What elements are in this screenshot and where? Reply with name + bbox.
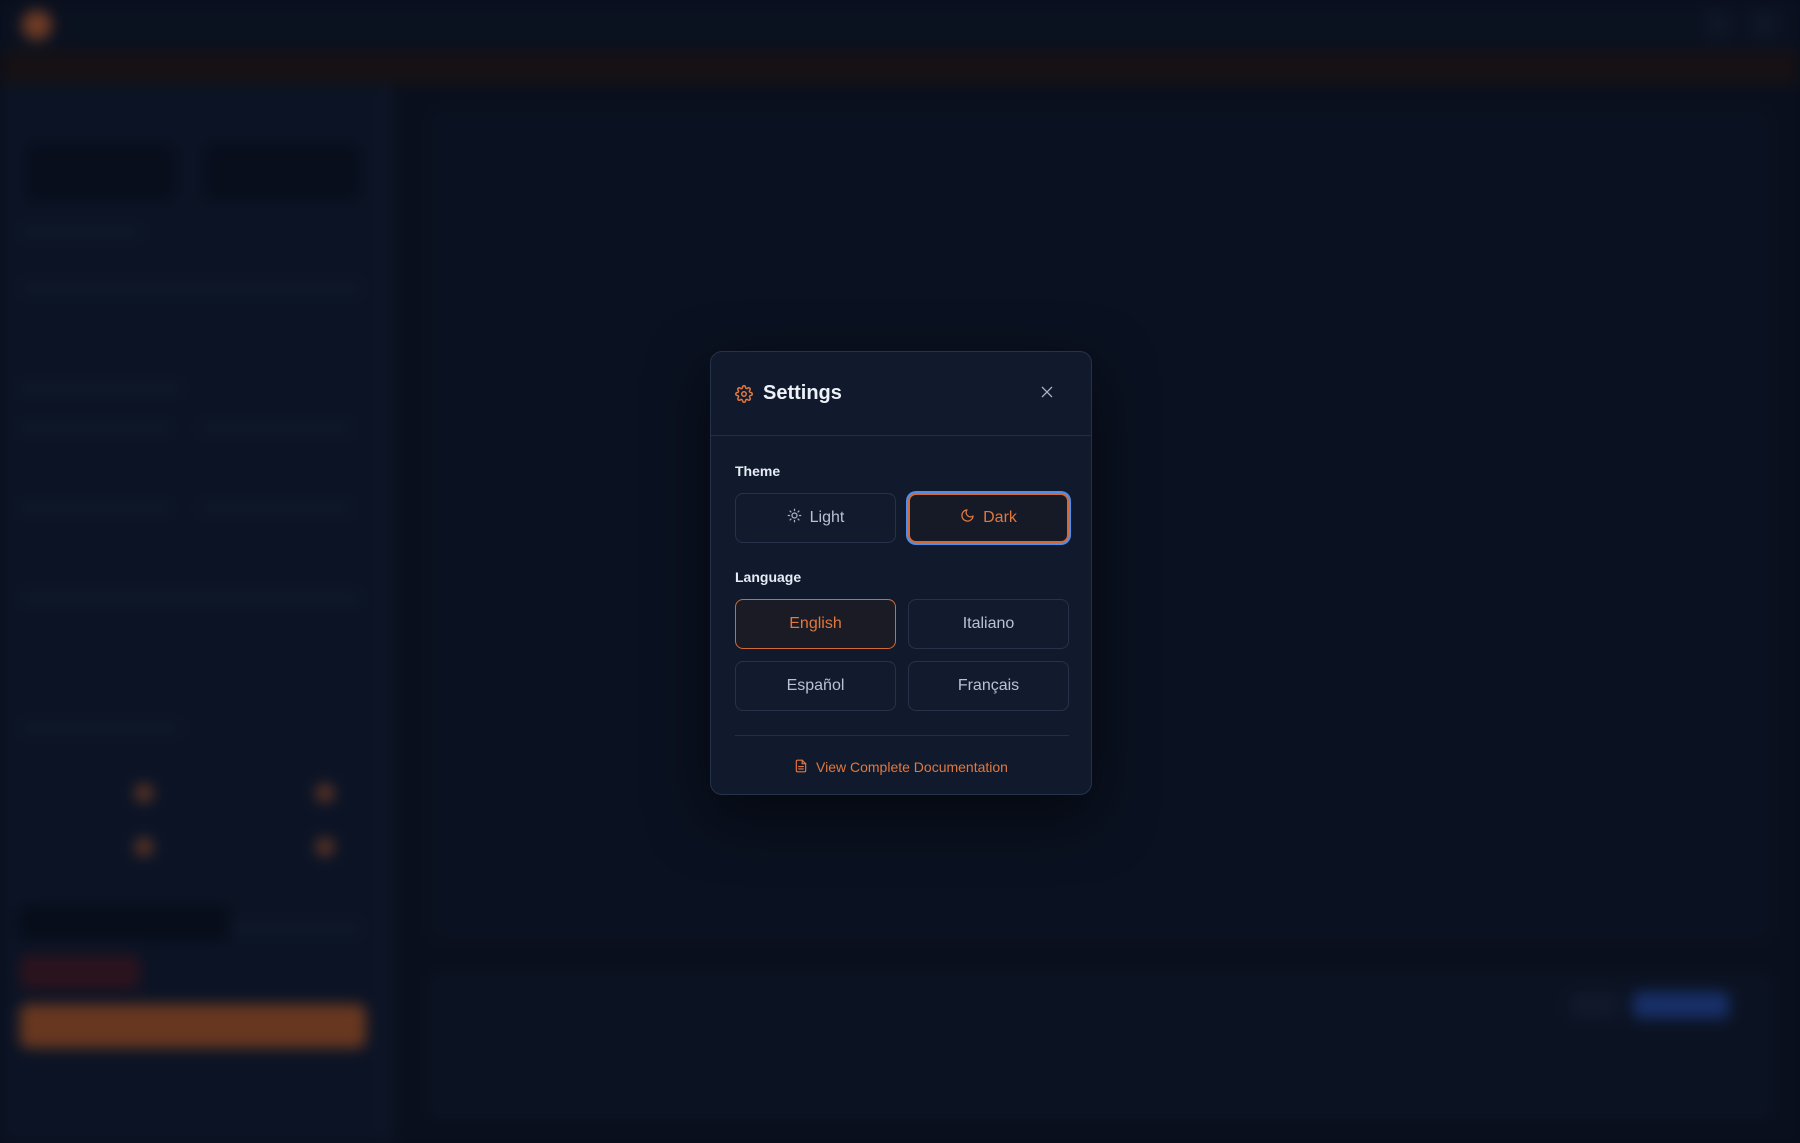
close-icon xyxy=(1039,384,1055,405)
moon-icon xyxy=(960,508,975,528)
theme-light-label: Light xyxy=(809,509,845,526)
language-espanol-button[interactable]: Español xyxy=(735,661,896,711)
modal-header: Settings xyxy=(711,352,1091,436)
gear-icon xyxy=(735,385,753,403)
language-english-label: English xyxy=(789,615,842,632)
settings-modal: Settings Theme Light Dark Language Engli… xyxy=(710,351,1092,795)
close-button[interactable] xyxy=(1035,382,1059,406)
theme-label: Theme xyxy=(735,463,781,479)
theme-dark-button[interactable]: Dark xyxy=(908,493,1069,543)
theme-dark-label: Dark xyxy=(983,509,1017,526)
sun-icon xyxy=(787,508,802,528)
document-icon xyxy=(794,759,808,776)
language-italiano-label: Italiano xyxy=(962,615,1015,632)
language-francais-button[interactable]: Français xyxy=(908,661,1069,711)
language-italiano-button[interactable]: Italiano xyxy=(908,599,1069,649)
documentation-link-label: View Complete Documentation xyxy=(816,759,1008,775)
language-label: Language xyxy=(735,569,802,585)
language-english-button[interactable]: English xyxy=(735,599,896,649)
documentation-link[interactable]: View Complete Documentation xyxy=(711,752,1091,782)
language-francais-label: Français xyxy=(957,677,1020,694)
modal-title: Settings xyxy=(763,382,842,404)
language-espanol-label: Español xyxy=(786,677,845,694)
divider xyxy=(735,735,1069,736)
theme-light-button[interactable]: Light xyxy=(735,493,896,543)
